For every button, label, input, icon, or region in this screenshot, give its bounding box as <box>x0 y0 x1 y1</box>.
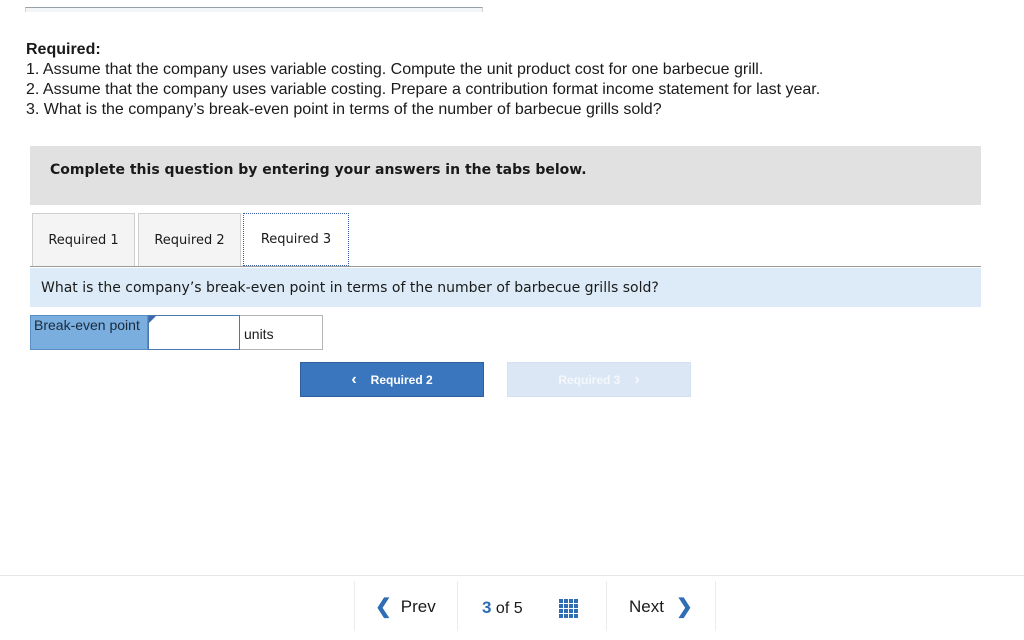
page-total: of 5 <box>495 600 523 617</box>
top-divider <box>25 7 483 12</box>
break-even-label: Break-even point <box>30 315 148 350</box>
pager-next-button[interactable]: Next ❯ <box>629 597 693 617</box>
next-required-button[interactable]: Required 3 › <box>507 362 691 397</box>
pager-prev-label: Prev <box>400 597 436 616</box>
requirement-item: 2. Assume that the company uses variable… <box>26 81 821 98</box>
prev-required-button[interactable]: ‹ Required 2 <box>300 362 484 397</box>
footer-separator <box>457 581 458 631</box>
requirement-item: 3. What is the company’s break-even poin… <box>26 101 662 118</box>
current-page: 3 <box>482 598 492 617</box>
tab-label: Required 3 <box>260 232 332 247</box>
next-required-label: Required 3 <box>558 372 621 387</box>
break-even-input[interactable] <box>148 315 240 350</box>
chevron-right-icon: ❯ <box>675 596 693 618</box>
chevron-right-icon: › <box>634 370 640 388</box>
page-indicator: 3 of 5 <box>482 598 523 618</box>
instruction-box: Complete this question by entering your … <box>30 146 981 205</box>
tab-required-3[interactable]: Required 3 <box>243 213 349 266</box>
units-label: units <box>240 315 323 350</box>
grid-icon[interactable] <box>559 599 579 619</box>
requirements-list: Required: 1. Assume that the company use… <box>26 40 820 120</box>
footer-separator <box>715 581 716 631</box>
chevron-left-icon: ‹ <box>351 370 357 388</box>
question-bar: What is the company’s break-even point i… <box>30 268 981 307</box>
pager-prev-button[interactable]: ❮ Prev <box>375 597 436 617</box>
footer-separator <box>354 581 355 631</box>
footer-separator <box>606 581 607 631</box>
input-marker-icon <box>149 316 156 323</box>
tab-label: Required 2 <box>154 232 225 248</box>
chevron-left-icon: ❮ <box>375 596 392 618</box>
tab-label: Required 1 <box>48 232 119 248</box>
tab-divider <box>30 266 981 267</box>
footer-divider <box>0 575 1024 576</box>
instruction-text: Complete this question by entering your … <box>50 162 587 178</box>
question-text: What is the company’s break-even point i… <box>41 280 659 296</box>
requirement-item: 1. Assume that the company uses variable… <box>26 61 764 78</box>
pager-next-label: Next <box>629 597 664 616</box>
tab-required-1[interactable]: Required 1 <box>32 213 135 266</box>
tab-required-2[interactable]: Required 2 <box>138 213 241 266</box>
required-heading: Required: <box>26 41 101 58</box>
prev-required-label: Required 2 <box>370 372 433 387</box>
